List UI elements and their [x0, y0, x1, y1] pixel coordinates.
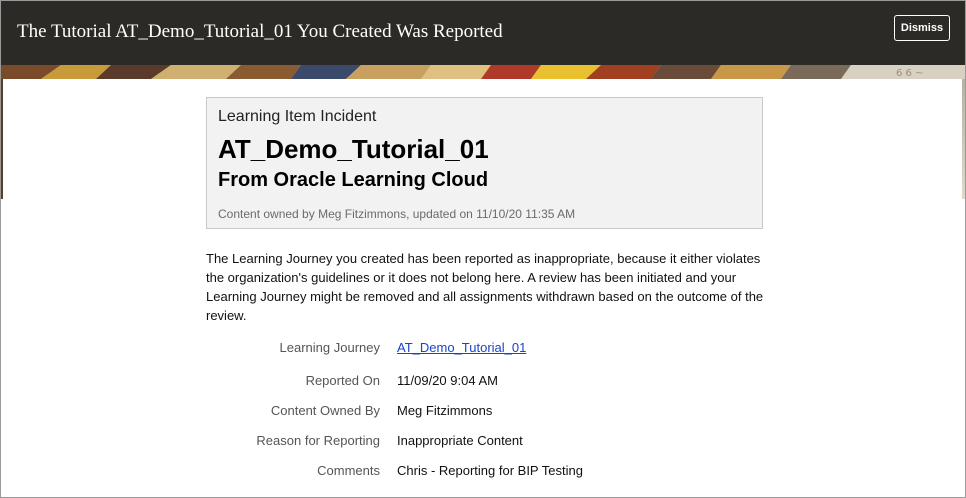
ownership-info: Content owned by Meg Fitzimmons, updated…	[218, 207, 576, 221]
learning-item-title: AT_Demo_Tutorial_01	[218, 134, 489, 164]
detail-row-comments: Comments Chris - Reporting for BIP Testi…	[1, 463, 965, 483]
detail-row-learning-journey: Learning Journey AT_Demo_Tutorial_01	[1, 340, 965, 360]
detail-label: Reported On	[305, 373, 380, 388]
detail-label: Learning Journey	[279, 340, 380, 355]
svg-text:6 6 ~: 6 6 ~	[896, 68, 923, 79]
dismiss-button[interactable]: Dismiss	[894, 15, 950, 41]
detail-value: 11/09/20 9:04 AM	[397, 373, 498, 388]
detail-row-reason: Reason for Reporting Inappropriate Conte…	[1, 433, 965, 453]
page-header: The Tutorial AT_Demo_Tutorial_01 You Cre…	[1, 1, 965, 65]
detail-label: Content Owned By	[270, 403, 380, 418]
detail-row-content-owner: Content Owned By Meg Fitzimmons	[1, 403, 965, 423]
card-eyebrow: Learning Item Incident	[218, 108, 377, 125]
detail-value: Meg Fitzimmons	[397, 403, 493, 418]
report-message: The Learning Journey you created has bee…	[206, 251, 764, 323]
decorative-left-edge	[1, 79, 3, 199]
learning-item-card: Learning Item Incident AT_Demo_Tutorial_…	[206, 97, 763, 229]
decorative-right-edge	[962, 79, 965, 199]
detail-label: Reason for Reporting	[256, 433, 380, 448]
detail-label: Comments	[317, 463, 380, 478]
detail-value: Chris - Reporting for BIP Testing	[397, 463, 583, 478]
page-title: The Tutorial AT_Demo_Tutorial_01 You Cre…	[17, 21, 503, 42]
notification-page: The Tutorial AT_Demo_Tutorial_01 You Cre…	[0, 0, 966, 498]
learning-journey-link[interactable]: AT_Demo_Tutorial_01	[397, 340, 526, 355]
learning-item-source: From Oracle Learning Cloud	[218, 169, 489, 191]
decorative-banner-image: 6 6 ~	[1, 65, 965, 79]
detail-row-reported-on: Reported On 11/09/20 9:04 AM	[1, 373, 965, 393]
detail-value: Inappropriate Content	[397, 433, 523, 448]
